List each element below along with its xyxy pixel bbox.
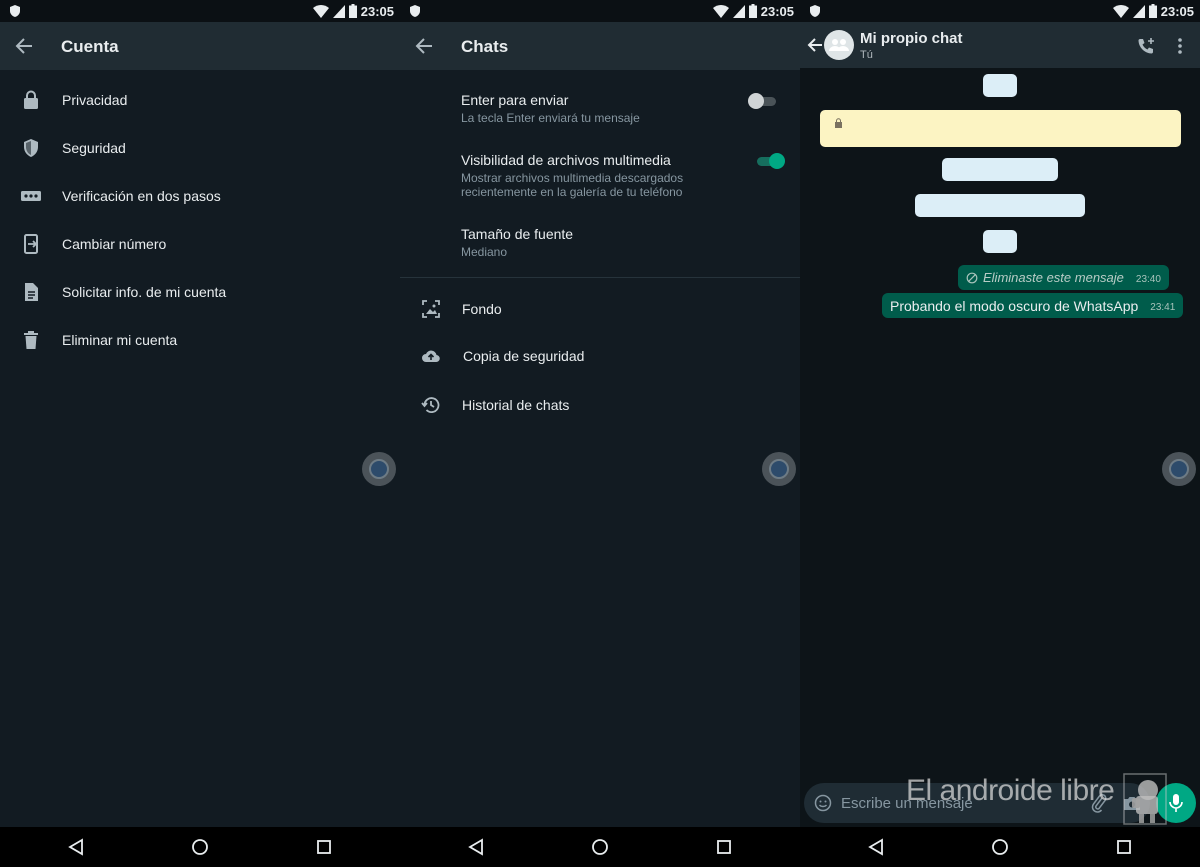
group-icon: [829, 39, 849, 51]
page-title: Cuenta: [61, 37, 119, 56]
nav-recents-icon[interactable]: [1115, 838, 1133, 856]
account-settings-screen: 23:05 Cuenta Privacidad Seguridad Verifi…: [0, 0, 400, 867]
battery-icon: [348, 4, 357, 18]
clock: 23:05: [760, 3, 794, 19]
menu-item-request-info[interactable]: Solicitar info. de mi cuenta: [0, 270, 400, 314]
setting-media-visibility[interactable]: Visibilidad de archivos multimedia Mostr…: [400, 152, 800, 204]
system-message: [915, 194, 1085, 217]
clock: 23:05: [360, 3, 394, 19]
nav-recents-icon[interactable]: [315, 838, 333, 856]
trash-icon: [24, 331, 38, 349]
setting-enter-to-send[interactable]: Enter para enviar La tecla Enter enviará…: [400, 92, 800, 132]
chat-header: Mi propio chat Tú: [800, 22, 1200, 68]
section-divider: [400, 277, 800, 278]
status-icons: 23:05: [312, 3, 394, 19]
app-bar: Chats: [400, 22, 800, 70]
shield-notification-icon: [410, 5, 420, 17]
message-bubble-outgoing[interactable]: Eliminaste este mensaje 23:40: [958, 265, 1169, 290]
chats-settings-screen: 23:05 Chats Enter para enviar La tecla E…: [400, 0, 800, 867]
floating-overlay-button[interactable]: [362, 452, 396, 486]
chat-conversation-screen: 23:05 Mi propio chat Tú Eliminaste este …: [800, 0, 1200, 867]
floating-overlay-button[interactable]: [1162, 452, 1196, 486]
date-divider: [983, 230, 1017, 253]
page-title: Chats: [461, 37, 509, 56]
menu-item-backup[interactable]: Copia de seguridad: [400, 334, 800, 378]
nav-back-icon[interactable]: [467, 838, 485, 856]
menu-item-two-step[interactable]: Verificación en dos pasos: [0, 174, 400, 218]
navigation-bar: [0, 827, 400, 867]
status-icons: 23:05: [1112, 3, 1194, 19]
more-options-icon[interactable]: [1172, 36, 1188, 56]
battery-icon: [748, 4, 757, 18]
setting-font-size[interactable]: Tamaño de fuente Mediano: [400, 226, 800, 266]
back-arrow-icon[interactable]: [14, 36, 34, 56]
floating-overlay-button[interactable]: [762, 452, 796, 486]
status-bar: 23:05: [400, 0, 800, 22]
menu-item-chat-history[interactable]: Historial de chats: [400, 383, 800, 427]
nav-home-icon[interactable]: [591, 838, 609, 856]
message-text: Eliminaste este mensaje: [983, 270, 1124, 285]
back-arrow-icon[interactable]: [414, 36, 434, 56]
shield-notification-icon: [810, 5, 820, 17]
app-bar: Cuenta: [0, 22, 400, 70]
date-divider: [942, 158, 1058, 181]
menu-item-security[interactable]: Seguridad: [0, 126, 400, 170]
history-icon: [421, 397, 440, 413]
clock: 23:05: [1160, 3, 1194, 19]
message-bubble-outgoing[interactable]: Probando el modo oscuro de WhatsApp 23:4…: [882, 293, 1184, 318]
encryption-notice[interactable]: [820, 110, 1181, 147]
menu-item-change-number[interactable]: Cambiar número: [0, 222, 400, 266]
chat-subtitle: Tú: [860, 49, 873, 61]
wifi-icon: [312, 4, 329, 18]
cloud-upload-icon: [422, 350, 440, 363]
nav-home-icon[interactable]: [991, 838, 1009, 856]
media-visibility-toggle[interactable]: [755, 152, 785, 170]
signal-icon: [732, 4, 745, 18]
menu-item-privacy[interactable]: Privacidad: [0, 78, 400, 122]
battery-icon: [1148, 4, 1157, 18]
signal-icon: [1132, 4, 1145, 18]
blocked-icon: [966, 272, 978, 283]
navigation-bar: [400, 827, 800, 867]
nav-recents-icon[interactable]: [715, 838, 733, 856]
document-icon: [25, 283, 38, 301]
nav-home-icon[interactable]: [191, 838, 209, 856]
wallpaper-icon: [422, 300, 440, 318]
phone-transfer-icon: [24, 234, 38, 254]
chat-title[interactable]: Mi propio chat: [860, 30, 963, 47]
signal-icon: [332, 4, 345, 18]
android-mascot-logo: [1123, 773, 1167, 825]
enter-to-send-toggle[interactable]: [748, 92, 778, 110]
mic-icon: [1169, 794, 1183, 812]
system-message: [983, 74, 1017, 97]
message-time: 23:41: [1150, 302, 1176, 313]
navigation-bar: [800, 827, 1200, 867]
back-arrow-icon[interactable]: [806, 36, 824, 54]
wifi-icon: [712, 4, 729, 18]
dots-icon: [21, 191, 41, 201]
watermark-text: El androide libre: [906, 774, 1115, 807]
message-time: 23:40: [1135, 274, 1161, 285]
status-icons: 23:05: [712, 3, 794, 19]
emoji-icon[interactable]: [814, 794, 832, 812]
shield-icon: [24, 139, 38, 157]
group-avatar[interactable]: [824, 30, 854, 60]
menu-item-wallpaper[interactable]: Fondo: [400, 287, 800, 331]
wifi-icon: [1112, 4, 1129, 18]
nav-back-icon[interactable]: [67, 838, 85, 856]
shield-notification-icon: [10, 5, 20, 17]
add-call-icon[interactable]: [1136, 36, 1156, 56]
lock-icon: [24, 90, 38, 109]
menu-item-delete-account[interactable]: Eliminar mi cuenta: [0, 318, 400, 362]
lock-icon: [835, 118, 842, 128]
message-text: Probando el modo oscuro de WhatsApp: [890, 297, 1139, 314]
status-bar: 23:05: [0, 0, 400, 22]
nav-back-icon[interactable]: [867, 838, 885, 856]
status-bar: 23:05: [800, 0, 1200, 22]
